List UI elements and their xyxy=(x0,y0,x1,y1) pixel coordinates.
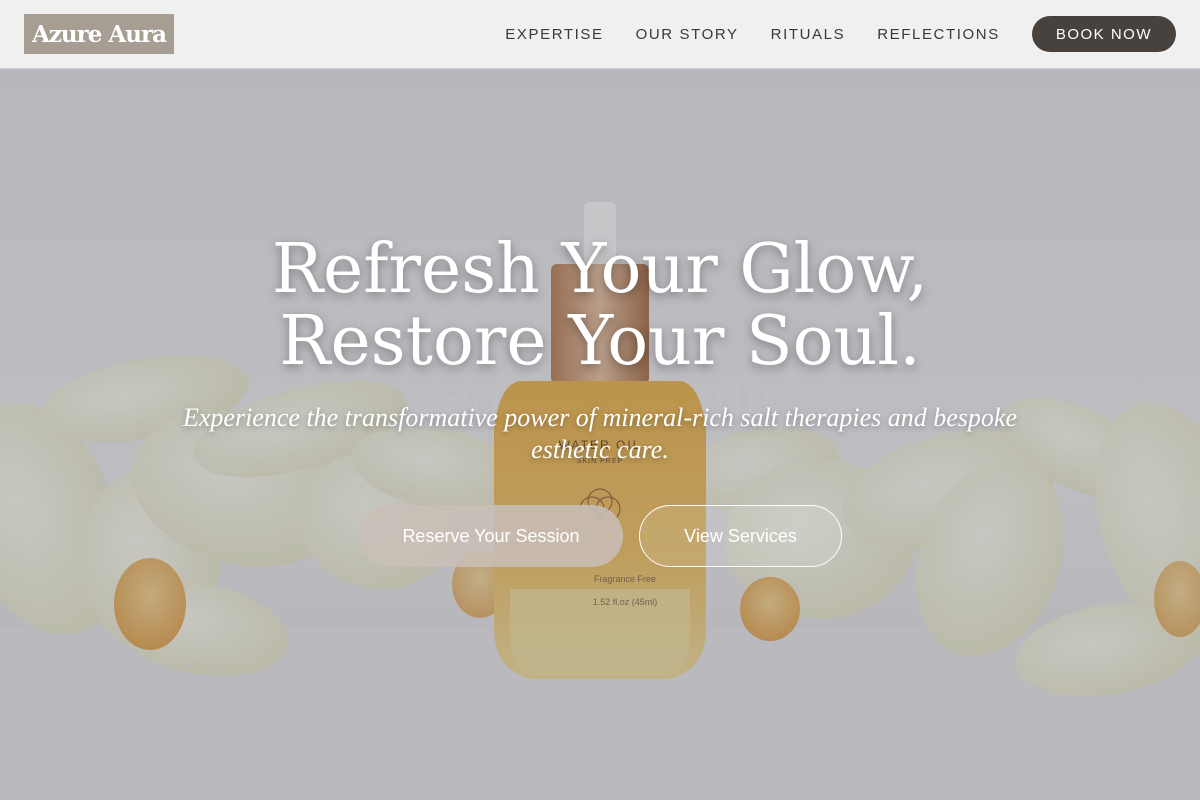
reserve-session-button[interactable]: Reserve Your Session xyxy=(359,505,623,567)
brand-logo[interactable]: Azure Aura xyxy=(24,14,174,54)
view-services-button[interactable]: View Services xyxy=(639,505,842,567)
hero-headline: Refresh Your Glow, Restore Your Soul. xyxy=(100,234,1100,378)
nav-link-expertise[interactable]: EXPERTISE xyxy=(505,26,603,43)
hero-subheadline: Experience the transformative power of m… xyxy=(182,403,1017,464)
nav-link-rituals[interactable]: RITUALS xyxy=(771,26,846,43)
nav-link-our-story[interactable]: OUR STORY xyxy=(636,26,739,43)
nav-link-reflections[interactable]: REFLECTIONS xyxy=(877,26,1000,43)
main-nav: EXPERTISE OUR STORY RITUALS REFLECTIONS … xyxy=(505,16,1176,52)
hero-section: seaside beauty xyxy=(0,69,1200,800)
site-header: Azure Aura EXPERTISE OUR STORY RITUALS R… xyxy=(0,0,1200,69)
hero-content: Refresh Your Glow, Restore Your Soul. Ex… xyxy=(0,69,1200,800)
book-now-button[interactable]: BOOK NOW xyxy=(1031,16,1176,52)
hero-headline-line2: Restore Your Soul. xyxy=(279,302,921,381)
hero-headline-line1: Refresh Your Glow, xyxy=(271,230,929,309)
